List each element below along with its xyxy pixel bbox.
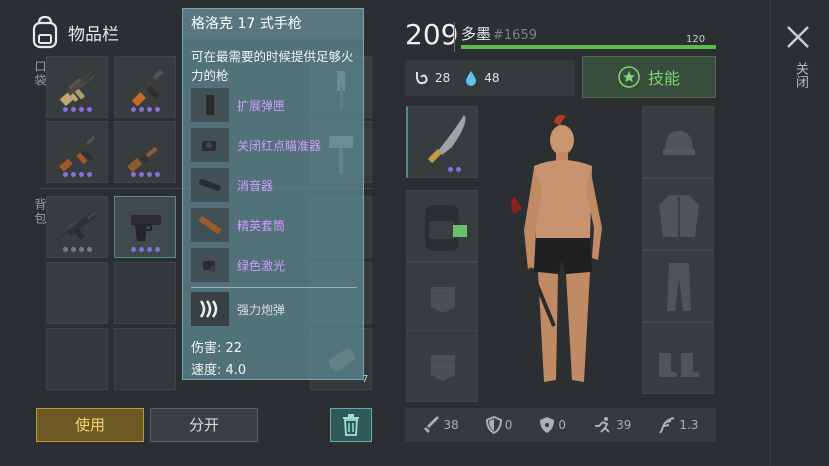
player-name: 多墨 (461, 25, 492, 43)
feather-icon (659, 417, 675, 434)
use-button[interactable]: 使用 (36, 408, 144, 442)
inventory-slot-empty[interactable] (114, 262, 176, 324)
attachment-label: 消音器 (237, 178, 274, 193)
level-divider (454, 22, 455, 52)
equip-slot-pocket[interactable] (406, 330, 478, 402)
player-level: 209 (405, 18, 459, 51)
thirst-value: 48 (484, 71, 500, 85)
stomach-icon (416, 72, 428, 85)
damage-stat: 伤害: 22 (191, 341, 243, 356)
radiation-value: 0 (558, 418, 567, 432)
inventory-slot-rifle-1[interactable] (46, 56, 108, 118)
player-id: #1659 (493, 28, 537, 43)
ammo-row[interactable]: 强力炮弹 (191, 291, 357, 327)
attachment-label: 绿色激光 (237, 258, 286, 273)
backpack-icon (32, 15, 58, 49)
pants-icon (667, 263, 691, 311)
magazine-icon (191, 88, 229, 122)
close-label[interactable]: 关闭 (791, 62, 810, 88)
equip-slot-feet[interactable] (642, 322, 714, 394)
equip-slot-weapon[interactable] (406, 106, 478, 178)
running-icon (595, 417, 610, 433)
attachment-label: 扩展弹匣 (237, 98, 286, 113)
suppressor-icon (191, 168, 229, 202)
inventory-slot-smg[interactable] (114, 56, 176, 118)
trash-icon (343, 414, 359, 436)
radiation-icon (540, 417, 555, 433)
close-icon (787, 26, 809, 48)
hunger-value: 28 (435, 71, 451, 85)
slide-icon (191, 208, 229, 242)
pocket-icon (431, 287, 455, 313)
inventory-slot-empty[interactable] (114, 328, 176, 390)
inventory-header: 物品栏 (30, 10, 119, 54)
attachment-row[interactable]: 精英套筒 (191, 207, 357, 243)
sword-icon (423, 416, 439, 433)
tooltip-divider (191, 287, 357, 288)
equip-slot-legs[interactable] (642, 250, 714, 322)
speed-value: 39 (616, 418, 632, 432)
player-name-line: 多墨 #1659 (461, 23, 537, 44)
attachment-row[interactable]: 关闭红点瞄准器 (191, 127, 357, 163)
attachment-row[interactable]: 绿色激光 (191, 247, 357, 283)
stats-bar: 38 0 0 39 1.3 (405, 408, 716, 442)
backpack-item-icon (425, 205, 467, 251)
inventory-slot-shotgun[interactable] (114, 121, 176, 183)
inventory-title: 物品栏 (68, 24, 119, 45)
shield-icon (485, 416, 502, 434)
boots-icon (659, 353, 699, 377)
inventory-slot-rifle-2[interactable] (46, 121, 108, 183)
radiation-stat: 0 (539, 416, 566, 434)
inventory-slot-empty[interactable] (46, 262, 108, 324)
split-button[interactable]: 分开 (150, 408, 258, 442)
water-drop-icon (466, 71, 477, 86)
tooltip-item-name: 格洛克 17 式手枪 (183, 9, 363, 39)
character-model (511, 114, 602, 382)
speed-stat: 速度: 4.0 (191, 363, 247, 378)
inventory-slot-rifle-3[interactable] (46, 196, 108, 258)
attachment-row[interactable]: 消音器 (191, 167, 357, 203)
attack-stat: 38 (423, 416, 459, 434)
close-button[interactable] (785, 24, 811, 50)
vitals-panel: 28 48 (405, 60, 575, 96)
weight-value: 1.3 (679, 418, 699, 432)
inventory-slot-pistol-selected[interactable] (114, 196, 176, 258)
ammo-icon (191, 292, 229, 326)
player-character (500, 110, 630, 400)
xp-value: 120 (686, 34, 706, 45)
tooltip-description: 可在最需要的时候提供足够火力的枪 (191, 49, 354, 83)
skills-button[interactable]: 技能 (582, 56, 716, 98)
skills-label: 技能 (647, 69, 680, 88)
hat-icon (663, 131, 695, 155)
equip-slot-backpack[interactable] (406, 190, 478, 262)
equip-slot-head[interactable] (642, 106, 714, 178)
close-column-divider (770, 0, 771, 466)
weight-stat: 1.3 (658, 416, 698, 434)
xp-bar (461, 45, 716, 49)
equip-slot-torso[interactable] (642, 178, 714, 250)
attachment-label: 关闭红点瞄准器 (237, 138, 322, 153)
speed-stat: 39 (593, 416, 631, 434)
pocket-icon (431, 355, 455, 381)
trash-button[interactable] (330, 408, 372, 442)
attack-value: 38 (443, 418, 459, 432)
laser-icon (191, 248, 229, 282)
attachment-row[interactable]: 扩展弹匣 (191, 87, 357, 123)
red-dot-sight-icon (191, 128, 229, 162)
equip-slot-pocket[interactable] (406, 262, 478, 334)
armor-stat: 0 (485, 416, 513, 434)
attachment-label: 精英套筒 (237, 218, 286, 233)
star-icon (618, 66, 640, 88)
jacket-icon (659, 195, 699, 237)
inventory-slot-empty[interactable] (46, 328, 108, 390)
item-tooltip: 格洛克 17 式手枪 可在最需要的时候提供足够火力的枪 扩展弹匣 关闭红点瞄准器… (182, 8, 364, 380)
armor-value: 0 (504, 418, 513, 432)
ammo-label: 强力炮弹 (237, 302, 286, 317)
